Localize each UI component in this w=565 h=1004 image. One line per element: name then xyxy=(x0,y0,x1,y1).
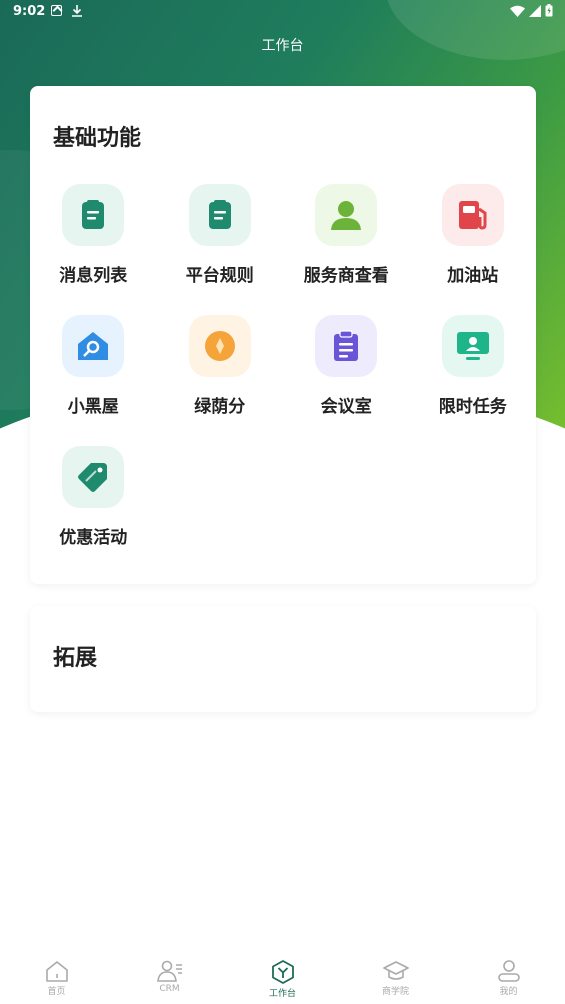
tab-workbench[interactable]: 工作台 xyxy=(226,950,339,1004)
notification-icon xyxy=(51,5,62,16)
profile-icon xyxy=(497,960,521,982)
function-item[interactable]: 消息列表 xyxy=(30,184,157,315)
extension-card: 拓展 xyxy=(30,606,536,712)
function-item[interactable]: 会议室 xyxy=(283,315,410,446)
clipboard-icon xyxy=(315,315,378,377)
function-item[interactable]: 绿荫分 xyxy=(157,315,284,446)
function-item[interactable]: 服务商查看 xyxy=(283,184,410,315)
function-item-label: 平台规则 xyxy=(185,266,254,286)
function-item[interactable]: 小黑屋 xyxy=(30,315,157,446)
tab-label: 工作台 xyxy=(268,989,296,999)
signal-icon xyxy=(529,4,541,17)
function-item[interactable]: 加油站 xyxy=(410,184,537,315)
function-item-label: 会议室 xyxy=(320,397,372,417)
function-grid: 消息列表 平台规则 服务商查看 加油站小黑屋 绿荫分 会议室 限时任务优惠活动 xyxy=(30,184,536,577)
status-time: 9:02 xyxy=(13,4,46,19)
tab-academy[interactable]: 商学院 xyxy=(339,950,452,1004)
function-item[interactable]: 限时任务 xyxy=(410,315,537,446)
platform-rules-icon xyxy=(188,184,251,246)
tab-label: 首页 xyxy=(47,987,66,997)
function-item-label: 绿荫分 xyxy=(194,397,246,417)
status-bar: 9:02 xyxy=(0,0,565,24)
monitor-icon xyxy=(441,315,504,377)
coupon-tag-icon xyxy=(62,446,125,508)
home-icon xyxy=(45,960,69,982)
wifi-icon xyxy=(510,5,525,17)
crm-icon xyxy=(156,960,183,982)
workbench-icon xyxy=(271,960,295,984)
function-item-label: 消息列表 xyxy=(59,266,128,286)
tab-label: CRM xyxy=(159,984,180,994)
tab-crm[interactable]: CRM xyxy=(113,950,226,1004)
function-item-label: 限时任务 xyxy=(438,397,507,417)
provider-person-icon xyxy=(315,184,378,246)
tab-profile[interactable]: 我的 xyxy=(452,950,565,1004)
download-icon xyxy=(71,4,83,17)
tab-home[interactable]: 首页 xyxy=(0,950,113,1004)
coin-icon xyxy=(188,315,251,377)
page-title: 工作台 xyxy=(261,38,304,54)
section-title: 拓展 xyxy=(53,646,98,671)
gas-station-icon xyxy=(441,184,504,246)
tab-label: 商学院 xyxy=(381,987,409,997)
function-item[interactable]: 优惠活动 xyxy=(30,446,157,577)
function-item-label: 优惠活动 xyxy=(59,528,128,548)
function-item[interactable]: 平台规则 xyxy=(157,184,284,315)
house-key-icon xyxy=(62,315,125,377)
bottom-tab-bar: 首页 CRM 工作台 商学院 我的 xyxy=(0,950,565,1004)
tab-label: 我的 xyxy=(499,987,518,997)
basic-functions-card: 基础功能 消息列表 平台规则 服务商查看 加油站小黑屋 绿荫分 会议室 限时任务优惠活动 xyxy=(30,86,536,584)
function-item-label: 小黑屋 xyxy=(67,397,119,417)
message-list-icon xyxy=(62,184,125,246)
section-title: 基础功能 xyxy=(53,126,142,151)
function-item-label: 服务商查看 xyxy=(303,266,389,286)
battery-icon xyxy=(545,4,553,17)
function-item-label: 加油站 xyxy=(447,266,499,286)
academy-icon xyxy=(382,960,409,982)
